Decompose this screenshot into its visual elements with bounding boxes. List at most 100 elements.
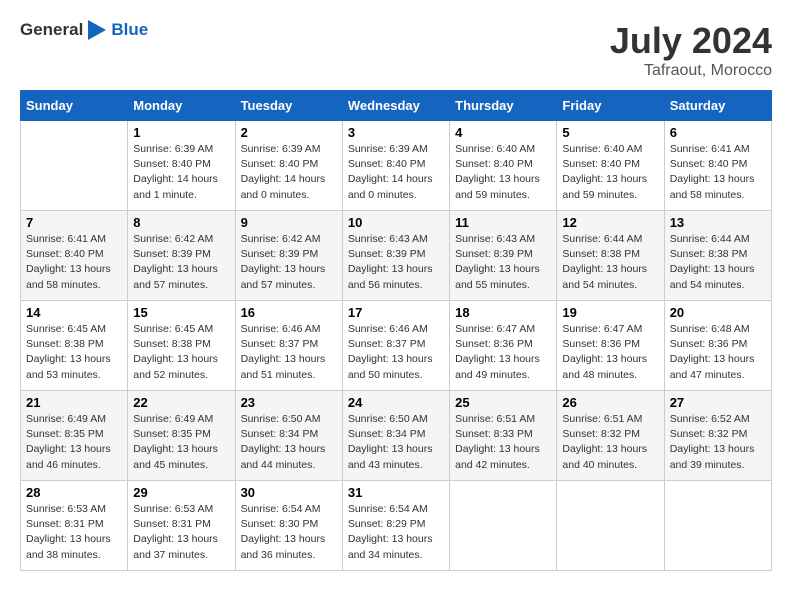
day-info: Sunrise: 6:42 AMSunset: 8:39 PMDaylight:…	[133, 232, 229, 293]
calendar-cell: 2 Sunrise: 6:39 AMSunset: 8:40 PMDaylight…	[235, 121, 342, 211]
day-info: Sunrise: 6:41 AMSunset: 8:40 PMDaylight:…	[26, 232, 122, 293]
calendar-cell: 6Sunrise: 6:41 AMSunset: 8:40 PMDaylight…	[664, 121, 771, 211]
day-number: 30	[241, 485, 337, 500]
col-monday: Monday	[128, 91, 235, 121]
calendar-cell: 29 Sunrise: 6:53 AMSunset: 8:31 PMDayligh…	[128, 481, 235, 571]
calendar-cell: 12 Sunrise: 6:44 AMSunset: 8:38 PMDayligh…	[557, 211, 664, 301]
logo-chevron-icon	[88, 20, 106, 40]
day-number: 24	[348, 395, 444, 410]
calendar-cell: 23 Sunrise: 6:50 AMSunset: 8:34 PMDayligh…	[235, 391, 342, 481]
day-number: 19	[562, 305, 658, 320]
calendar-cell: 28Sunrise: 6:53 AMSunset: 8:31 PMDayligh…	[21, 481, 128, 571]
calendar-cell: 3 Sunrise: 6:39 AMSunset: 8:40 PMDaylight…	[342, 121, 449, 211]
day-info: Sunrise: 6:49 AMSunset: 8:35 PMDaylight:…	[26, 412, 122, 473]
day-info: Sunrise: 6:40 AMSunset: 8:40 PMDaylight:…	[562, 142, 658, 203]
day-info: Sunrise: 6:46 AMSunset: 8:37 PMDaylight:…	[348, 322, 444, 383]
day-info: Sunrise: 6:45 AMSunset: 8:38 PMDaylight:…	[133, 322, 229, 383]
calendar-cell: 14 Sunrise: 6:45 AMSunset: 8:38 PMDayligh…	[21, 301, 128, 391]
calendar-cell: 17 Sunrise: 6:46 AMSunset: 8:37 PMDayligh…	[342, 301, 449, 391]
day-number: 28	[26, 485, 122, 500]
day-info: Sunrise: 6:45 AMSunset: 8:38 PMDaylight:…	[26, 322, 122, 383]
day-number: 7	[26, 215, 122, 230]
day-number: 14	[26, 305, 122, 320]
day-number: 20	[670, 305, 766, 320]
day-number: 8	[133, 215, 229, 230]
day-info: Sunrise: 6:53 AMSunset: 8:31 PMDaylight:…	[133, 502, 229, 563]
day-info: Sunrise: 6:50 AMSunset: 8:34 PMDaylight:…	[241, 412, 337, 473]
calendar-cell: 22 Sunrise: 6:49 AMSunset: 8:35 PMDayligh…	[128, 391, 235, 481]
day-info: Sunrise: 6:39 AMSunset: 8:40 PMDaylight:…	[133, 142, 229, 203]
day-number: 18	[455, 305, 551, 320]
header: GeneralBlue July 2024 Tafraout, Morocco	[20, 20, 772, 80]
day-info: Sunrise: 6:40 AMSunset: 8:40 PMDaylight:…	[455, 142, 551, 203]
day-info: Sunrise: 6:46 AMSunset: 8:37 PMDaylight:…	[241, 322, 337, 383]
col-saturday: Saturday	[664, 91, 771, 121]
day-number: 11	[455, 215, 551, 230]
day-number: 22	[133, 395, 229, 410]
day-number: 1	[133, 125, 229, 140]
calendar-cell: 4 Sunrise: 6:40 AMSunset: 8:40 PMDaylight…	[450, 121, 557, 211]
calendar-cell: 1 Sunrise: 6:39 AMSunset: 8:40 PMDaylight…	[128, 121, 235, 211]
calendar-week-2: 7 Sunrise: 6:41 AMSunset: 8:40 PMDaylight…	[21, 211, 772, 301]
day-info: Sunrise: 6:51 AMSunset: 8:33 PMDaylight:…	[455, 412, 551, 473]
calendar-cell: 7 Sunrise: 6:41 AMSunset: 8:40 PMDaylight…	[21, 211, 128, 301]
day-number: 23	[241, 395, 337, 410]
calendar-cell: 21 Sunrise: 6:49 AMSunset: 8:35 PMDayligh…	[21, 391, 128, 481]
calendar-cell: 30 Sunrise: 6:54 AMSunset: 8:30 PMDayligh…	[235, 481, 342, 571]
calendar-cell: 26 Sunrise: 6:51 AMSunset: 8:32 PMDayligh…	[557, 391, 664, 481]
day-number: 25	[455, 395, 551, 410]
day-number: 15	[133, 305, 229, 320]
col-tuesday: Tuesday	[235, 91, 342, 121]
day-info: Sunrise: 6:39 AMSunset: 8:40 PMDaylight:…	[348, 142, 444, 203]
day-number: 16	[241, 305, 337, 320]
day-number: 5	[562, 125, 658, 140]
day-info: Sunrise: 6:44 AMSunset: 8:38 PMDaylight:…	[562, 232, 658, 293]
day-info: Sunrise: 6:48 AMSunset: 8:36 PMDaylight:…	[670, 322, 766, 383]
calendar-week-4: 21 Sunrise: 6:49 AMSunset: 8:35 PMDayligh…	[21, 391, 772, 481]
day-info: Sunrise: 6:52 AMSunset: 8:32 PMDaylight:…	[670, 412, 766, 473]
day-info: Sunrise: 6:43 AMSunset: 8:39 PMDaylight:…	[348, 232, 444, 293]
day-number: 31	[348, 485, 444, 500]
day-info: Sunrise: 6:50 AMSunset: 8:34 PMDaylight:…	[348, 412, 444, 473]
calendar-cell: 25 Sunrise: 6:51 AMSunset: 8:33 PMDayligh…	[450, 391, 557, 481]
calendar-week-1: 1 Sunrise: 6:39 AMSunset: 8:40 PMDaylight…	[21, 121, 772, 211]
calendar-cell: 10Sunrise: 6:43 AMSunset: 8:39 PMDayligh…	[342, 211, 449, 301]
calendar-cell: 5 Sunrise: 6:40 AMSunset: 8:40 PMDaylight…	[557, 121, 664, 211]
day-info: Sunrise: 6:43 AMSunset: 8:39 PMDaylight:…	[455, 232, 551, 293]
day-number: 12	[562, 215, 658, 230]
day-number: 3	[348, 125, 444, 140]
day-number: 17	[348, 305, 444, 320]
calendar-cell: 15 Sunrise: 6:45 AMSunset: 8:38 PMDayligh…	[128, 301, 235, 391]
day-number: 4	[455, 125, 551, 140]
calendar-cell: 31Sunrise: 6:54 AMSunset: 8:29 PMDayligh…	[342, 481, 449, 571]
col-thursday: Thursday	[450, 91, 557, 121]
day-info: Sunrise: 6:51 AMSunset: 8:32 PMDaylight:…	[562, 412, 658, 473]
calendar-cell: 20 Sunrise: 6:48 AMSunset: 8:36 PMDayligh…	[664, 301, 771, 391]
day-info: Sunrise: 6:41 AMSunset: 8:40 PMDaylight:…	[670, 142, 766, 203]
calendar-cell: 9 Sunrise: 6:42 AMSunset: 8:39 PMDaylight…	[235, 211, 342, 301]
col-wednesday: Wednesday	[342, 91, 449, 121]
day-number: 9	[241, 215, 337, 230]
month-year-title: July 2024	[610, 20, 772, 62]
day-info: Sunrise: 6:49 AMSunset: 8:35 PMDaylight:…	[133, 412, 229, 473]
calendar-cell: 8 Sunrise: 6:42 AMSunset: 8:39 PMDaylight…	[128, 211, 235, 301]
day-info: Sunrise: 6:39 AMSunset: 8:40 PMDaylight:…	[241, 142, 337, 203]
day-info: Sunrise: 6:42 AMSunset: 8:39 PMDaylight:…	[241, 232, 337, 293]
calendar-cell: 13Sunrise: 6:44 AMSunset: 8:38 PMDayligh…	[664, 211, 771, 301]
col-friday: Friday	[557, 91, 664, 121]
calendar-cell	[450, 481, 557, 571]
day-number: 13	[670, 215, 766, 230]
day-info: Sunrise: 6:54 AMSunset: 8:30 PMDaylight:…	[241, 502, 337, 563]
calendar-cell: 19 Sunrise: 6:47 AMSunset: 8:36 PMDayligh…	[557, 301, 664, 391]
logo-general-text: General	[20, 20, 83, 40]
day-number: 21	[26, 395, 122, 410]
calendar-header: Sunday Monday Tuesday Wednesday Thursday…	[21, 91, 772, 121]
calendar-cell: 24 Sunrise: 6:50 AMSunset: 8:34 PMDayligh…	[342, 391, 449, 481]
day-info: Sunrise: 6:47 AMSunset: 8:36 PMDaylight:…	[455, 322, 551, 383]
day-number: 2	[241, 125, 337, 140]
logo-blue-text: Blue	[111, 20, 148, 40]
calendar-cell: 11 Sunrise: 6:43 AMSunset: 8:39 PMDayligh…	[450, 211, 557, 301]
day-info: Sunrise: 6:47 AMSunset: 8:36 PMDaylight:…	[562, 322, 658, 383]
day-number: 26	[562, 395, 658, 410]
day-number: 29	[133, 485, 229, 500]
